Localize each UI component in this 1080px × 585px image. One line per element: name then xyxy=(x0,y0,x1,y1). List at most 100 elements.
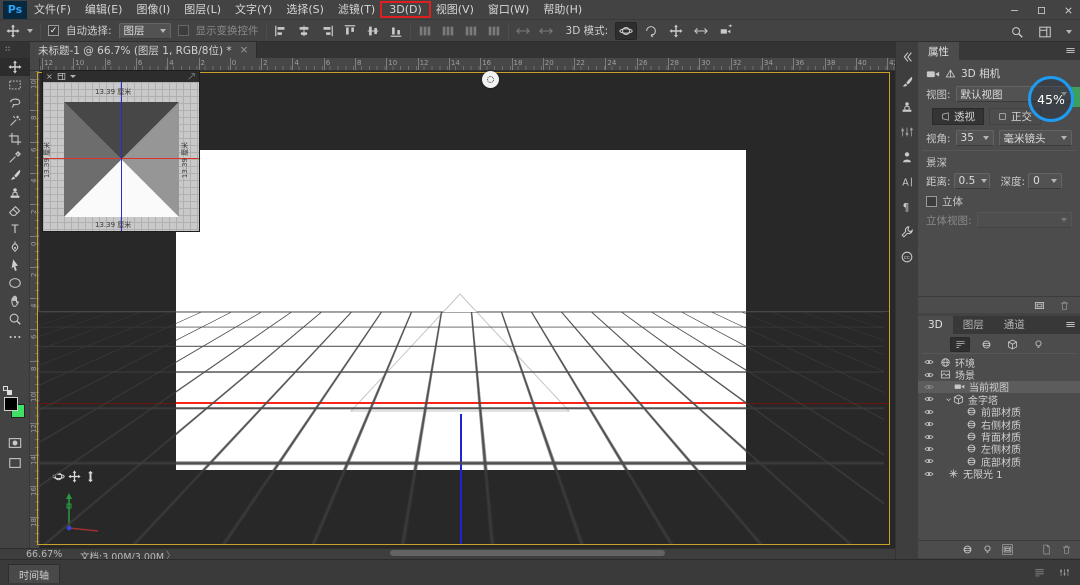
tool-eraser[interactable] xyxy=(0,202,30,220)
menu-item-视图(V)[interactable]: 视图(V) xyxy=(429,3,481,16)
align-top-icon[interactable] xyxy=(343,24,357,38)
menu-item-图层(L)[interactable]: 图层(L) xyxy=(177,3,228,16)
tools-icon[interactable] xyxy=(900,225,914,239)
dist-icon[interactable] xyxy=(418,24,432,38)
tool-hand[interactable] xyxy=(0,292,30,310)
dist-icon[interactable] xyxy=(487,24,501,38)
tab-close-icon[interactable]: × xyxy=(240,44,249,56)
3d-tree-item-无限光 1[interactable]: 无限光 1 xyxy=(918,468,1080,481)
tab-通道[interactable]: 通道 xyxy=(993,315,1035,334)
panel-menu-icon[interactable] xyxy=(1065,45,1076,56)
character-icon[interactable]: A xyxy=(900,175,914,189)
search-icon[interactable] xyxy=(1010,25,1024,39)
3d-mode-pan-button[interactable] xyxy=(665,22,687,40)
tab-properties[interactable]: 属性 xyxy=(918,42,959,60)
workspace-chevron-icon[interactable] xyxy=(1066,30,1072,34)
tab-3D[interactable]: 3D xyxy=(918,316,953,334)
tool-text[interactable]: T xyxy=(0,220,30,238)
secondary-view-mode-icon[interactable] xyxy=(57,72,66,81)
3d-tree-item-当前视图[interactable]: 当前视图 xyxy=(918,380,1080,394)
menu-item-滤镜(T)[interactable]: 滤镜(T) xyxy=(331,3,382,16)
slide-icon[interactable] xyxy=(538,24,553,38)
3d-axis-widget[interactable] xyxy=(58,486,104,534)
tool-move[interactable] xyxy=(0,58,30,76)
menu-item-文件(F)[interactable]: 文件(F) xyxy=(27,3,78,16)
delete-icon[interactable] xyxy=(1059,300,1070,311)
menu-item-图像(I)[interactable]: 图像(I) xyxy=(129,3,177,16)
dist-icon[interactable] xyxy=(464,24,478,38)
3d-tree-item-环境[interactable]: 环境 xyxy=(918,356,1080,370)
align-middle-icon[interactable] xyxy=(366,24,380,38)
clone-source-icon[interactable] xyxy=(900,100,914,114)
maximize-icon[interactable] xyxy=(1036,5,1047,16)
add-light-icon[interactable] xyxy=(982,544,993,555)
tool-preset-chevron-icon[interactable] xyxy=(27,28,33,33)
secondary-view-chevron-icon[interactable] xyxy=(69,75,76,78)
collapse-icon[interactable] xyxy=(900,50,914,64)
tool-ellipse[interactable] xyxy=(0,274,30,292)
visibility-eye-icon[interactable] xyxy=(924,419,934,429)
align-left-icon[interactable] xyxy=(274,24,288,38)
tool-path-select[interactable] xyxy=(0,256,30,274)
move-tool-icon[interactable] xyxy=(6,23,20,38)
tool-marquee[interactable] xyxy=(0,76,30,94)
menu-item-选择(S)[interactable]: 选择(S) xyxy=(279,3,331,16)
visibility-eye-icon[interactable] xyxy=(924,370,934,380)
visibility-eye-icon[interactable] xyxy=(924,407,934,417)
perspective-button[interactable]: 透视 xyxy=(932,108,984,125)
3d-mode-roll-button[interactable] xyxy=(640,22,662,40)
workspace-switcher-icon[interactable] xyxy=(1038,25,1052,39)
secondary-view-titlebar[interactable]: × xyxy=(43,71,199,82)
screen-mode-icon[interactable] xyxy=(8,456,22,470)
filter-list-button[interactable] xyxy=(950,337,970,352)
close-icon[interactable] xyxy=(1063,5,1074,16)
3d-mode-dolly-camera-button[interactable] xyxy=(715,22,737,40)
default-colors-icon[interactable] xyxy=(3,386,12,395)
document-tab[interactable]: 未标题-1 @ 66.7% (图层 1, RGB/8位) * × xyxy=(30,42,258,58)
panel-menu-icon[interactable] xyxy=(1065,319,1076,330)
filter-material-button[interactable] xyxy=(976,337,996,352)
chevron-icon[interactable] xyxy=(944,395,953,404)
align-center-h-icon[interactable] xyxy=(297,24,311,38)
menu-item-文字(Y)[interactable]: 文字(Y) xyxy=(228,3,279,16)
dolly-view-icon[interactable] xyxy=(84,470,97,483)
slide-icon[interactable] xyxy=(515,24,530,38)
tab-图层[interactable]: 图层 xyxy=(952,315,994,334)
add-material-icon[interactable] xyxy=(962,544,973,555)
secondary-view-resize-icon[interactable] xyxy=(187,72,196,81)
quick-mask-icon[interactable] xyxy=(8,436,22,450)
3d-mode-slide-button[interactable] xyxy=(690,22,712,40)
fov-value-dropdown[interactable]: 35 xyxy=(955,130,994,146)
dist-icon[interactable] xyxy=(441,24,455,38)
tool-pen[interactable] xyxy=(0,238,30,256)
secondary-view[interactable]: × 13.39 厘米 13.39 厘米 13.39 厘米 13.39 厘米 xyxy=(42,70,200,232)
brushes-icon[interactable] xyxy=(900,75,914,89)
canvas-area[interactable]: 12 10 8 6 4 2 0 2 4 6 8 10 12 14 16 18 20 22 24 26 28 30 32 34 3… xyxy=(30,58,895,548)
delete-icon[interactable] xyxy=(1061,544,1072,555)
align-bottom-icon[interactable] xyxy=(389,24,403,38)
menu-item-窗口(W)[interactable]: 窗口(W) xyxy=(481,3,536,16)
foreground-color-swatch[interactable] xyxy=(4,397,18,411)
render-frame-icon[interactable] xyxy=(1002,543,1013,555)
tool-clone-stamp[interactable] xyxy=(0,184,30,202)
pan-view-icon[interactable] xyxy=(68,470,81,483)
secondary-view-close-icon[interactable]: × xyxy=(46,72,53,81)
visibility-eye-icon[interactable] xyxy=(924,432,934,442)
menu-item-3D(D)[interactable]: 3D(D) xyxy=(380,0,431,18)
timeline-tab[interactable]: 时间轴 xyxy=(8,564,60,583)
new-item-icon[interactable] xyxy=(1041,544,1052,555)
tool-zoom[interactable] xyxy=(0,310,30,328)
photoshop-logo[interactable]: Ps xyxy=(3,0,27,19)
menu-item-帮助(H)[interactable]: 帮助(H) xyxy=(536,3,589,16)
horizontal-scrollbar[interactable] xyxy=(390,550,665,556)
adjustments-icon[interactable] xyxy=(900,125,914,139)
filter-cube-button[interactable] xyxy=(1002,337,1022,352)
tool-lasso[interactable] xyxy=(0,94,30,112)
lens-dropdown[interactable]: 毫米镜头 xyxy=(998,130,1072,146)
3d-mode-orbit-button[interactable] xyxy=(615,21,638,40)
timeline-menu-icon[interactable] xyxy=(1034,567,1045,578)
paragraph-icon[interactable]: ¶ xyxy=(900,200,914,214)
stereo-checkbox[interactable] xyxy=(926,196,937,207)
auto-select-checkbox[interactable]: ✓ xyxy=(48,25,59,36)
panel-grip-icon[interactable] xyxy=(4,45,13,54)
